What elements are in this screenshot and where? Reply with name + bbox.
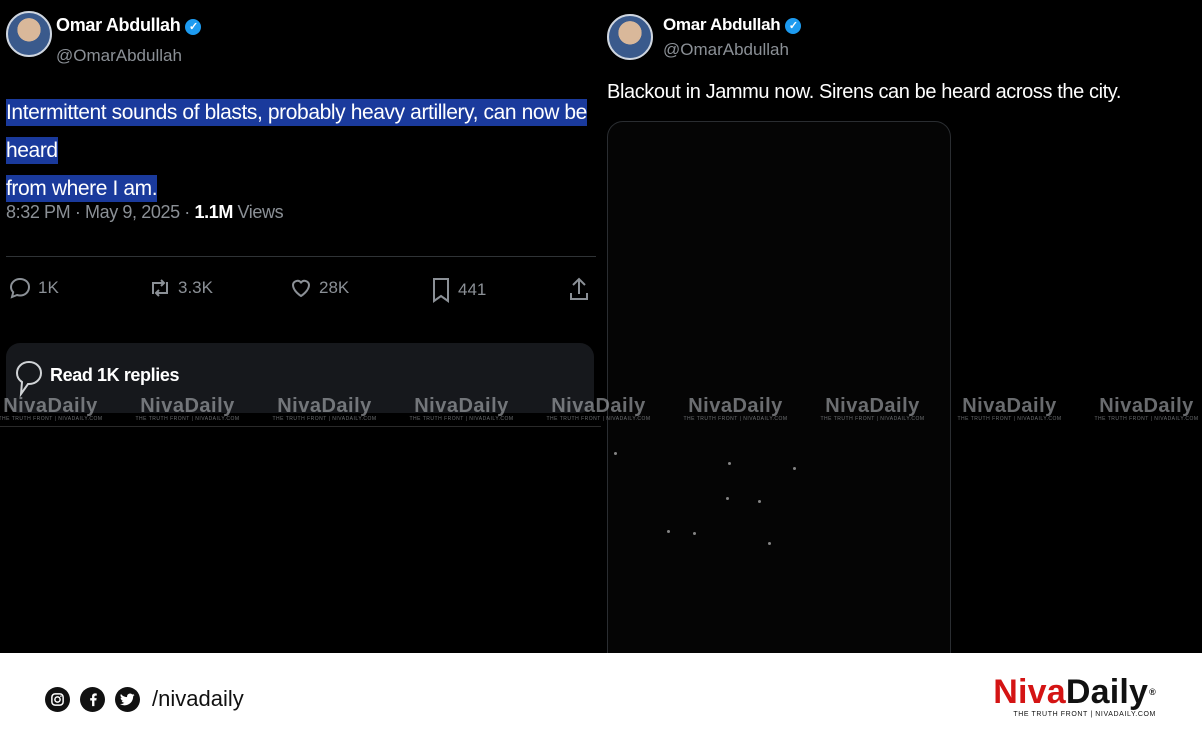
twitter-icon[interactable] [115, 686, 140, 712]
bookmark-count: 441 [458, 280, 487, 299]
tweet-text-line1: Intermittent sounds of blasts, probably … [6, 99, 587, 164]
author-handle[interactable]: @OmarAbdullah [56, 46, 182, 66]
tweet-text: Intermittent sounds of blasts, probably … [6, 94, 598, 208]
views-count: 1.1M [194, 202, 234, 222]
tweet-meta: 8:32 PM · May 9, 2025 · 1.1M Views [6, 202, 284, 223]
light-speck [667, 530, 670, 533]
instagram-icon[interactable] [45, 686, 70, 712]
read-replies-button[interactable]: Read 1K replies [6, 343, 594, 413]
author-name[interactable]: Omar Abdullah [663, 15, 781, 34]
share-button[interactable] [568, 276, 596, 302]
video-thumbnail[interactable] [607, 121, 951, 653]
bookmark-button[interactable]: 441 [430, 276, 486, 304]
chat-bubble-icon [15, 360, 43, 397]
read-replies-label: Read 1K replies [50, 365, 180, 385]
verified-badge-icon: ✓ [185, 19, 202, 35]
like-count: 28K [319, 278, 350, 297]
author-handle[interactable]: @OmarAbdullah [663, 40, 789, 60]
like-icon [291, 279, 311, 298]
author-name-row[interactable]: Omar Abdullah ✓ [663, 15, 802, 35]
like-button[interactable]: 28K [289, 276, 349, 300]
author-name-row[interactable]: Omar Abdullah ✓ [56, 15, 202, 36]
light-speck [614, 452, 617, 455]
light-speck [693, 532, 696, 535]
repost-count: 3.3K [178, 278, 213, 297]
nivadaily-logo[interactable]: NivaDaily® THE TRUTH FRONT | NIVADAILY.C… [993, 675, 1156, 718]
tweet-timestamp[interactable]: 8:32 PM · May 9, 2025 · [6, 202, 195, 222]
reply-count: 1K [38, 278, 59, 297]
bookmark-icon [433, 278, 449, 303]
footer-bar: /nivadaily NivaDaily® THE TRUTH FRONT | … [0, 653, 1202, 743]
share-icon [570, 277, 588, 300]
light-speck [793, 467, 796, 470]
divider [6, 256, 596, 257]
tweet-text: Blackout in Jammu now. Sirens can be hea… [607, 81, 1122, 103]
light-speck [758, 500, 761, 503]
tweet-text-line2: from where I am. [6, 175, 158, 202]
registered-mark: ® [1149, 687, 1156, 697]
reply-icon [9, 277, 31, 299]
logo-text-black: Daily [1065, 673, 1149, 711]
verified-badge-icon: ✓ [785, 18, 802, 34]
light-speck [726, 497, 729, 500]
repost-button[interactable]: 3.3K [148, 276, 213, 300]
right-tweet-screenshot: ··· Omar Abdullah✓ @OmarAbdullah Blackou… [601, 0, 1202, 653]
social-links: /nivadaily [45, 686, 244, 712]
tweet-actions: 1K 3.3K 28K 441 [8, 276, 593, 312]
author-avatar[interactable] [607, 14, 653, 60]
logo-text-red: Niva [993, 673, 1066, 711]
light-speck [728, 462, 731, 465]
reply-button[interactable]: 1K [8, 276, 59, 300]
author-name[interactable]: Omar Abdullah [56, 15, 181, 35]
repost-icon [152, 279, 168, 297]
watermark-line [0, 426, 601, 427]
views-label: Views [232, 202, 284, 222]
author-avatar[interactable] [6, 11, 52, 57]
light-speck [768, 542, 771, 545]
social-handle[interactable]: /nivadaily [152, 686, 244, 712]
logo-tagline: THE TRUTH FRONT | NIVADAILY.COM [1013, 711, 1156, 718]
left-tweet-screenshot: Omar Abdullah ✓ @OmarAbdullah Intermitten… [0, 0, 601, 653]
facebook-icon[interactable] [80, 686, 105, 712]
